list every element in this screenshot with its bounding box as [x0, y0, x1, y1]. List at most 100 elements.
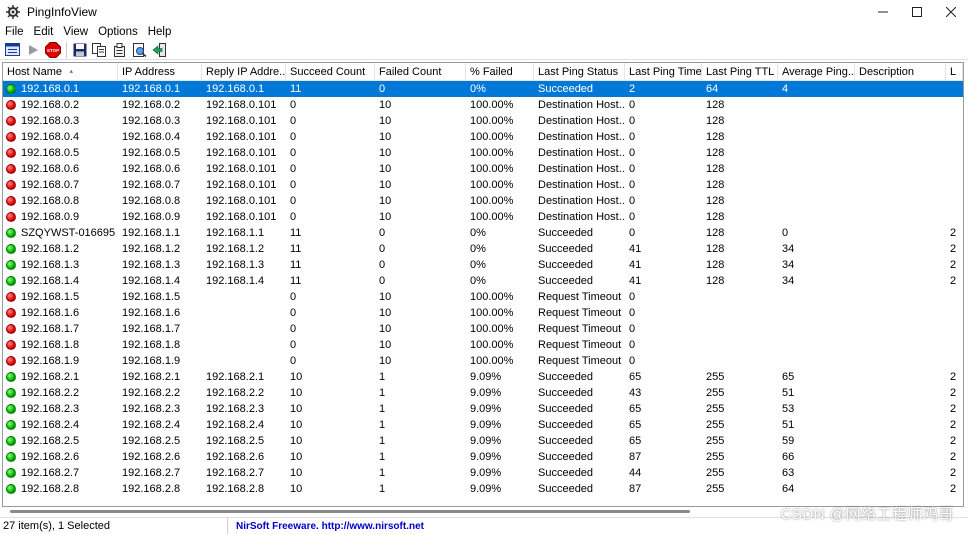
- cell-description: [855, 321, 946, 337]
- table-row[interactable]: 192.168.1.8 192.168.1.8 0 10 100.00% Request …: [3, 337, 963, 353]
- cell-description: [855, 353, 946, 369]
- menu-view[interactable]: View: [58, 26, 93, 38]
- table-row[interactable]: 192.168.1.4 192.168.1.4 192.168.1.4 11 0 0% Su…: [3, 273, 963, 289]
- scrollbar-thumb[interactable]: [10, 510, 690, 513]
- cell-last-column: 2: [950, 451, 957, 463]
- table-row[interactable]: 192.168.0.4 192.168.0.4 192.168.0.101 0 10 10…: [3, 129, 963, 145]
- cell-failed-count: 1: [379, 387, 386, 399]
- table-row[interactable]: 192.168.0.8 192.168.0.8 192.168.0.101 0 10 10…: [3, 193, 963, 209]
- table-row[interactable]: SZQYWST-016695 192.168.1.1 192.168.1.1 11 0 0…: [3, 225, 963, 241]
- cell-reply-ip-address: 192.168.0.101: [206, 211, 277, 223]
- host-name-text: 192.168.2.8: [21, 483, 80, 495]
- cell-last-column: [946, 321, 963, 337]
- cell-last-ping-status: Succeeded: [538, 467, 594, 479]
- cell-description: [855, 401, 946, 417]
- cell-description: [855, 193, 946, 209]
- table-row[interactable]: 192.168.2.2 192.168.2.2 192.168.2.2 10 1 9.09…: [3, 385, 963, 401]
- maximize-button[interactable]: [900, 0, 934, 24]
- column-header-failed-count[interactable]: Failed Count: [375, 63, 466, 81]
- stop-icon[interactable]: STOP: [43, 41, 62, 59]
- cell-last-ping-time: 65: [629, 435, 642, 447]
- html-report-icon[interactable]: [130, 41, 149, 59]
- column-header-label: Host Name: [7, 66, 63, 78]
- table-row[interactable]: 192.168.0.6 192.168.0.6 192.168.0.101 0 10 10…: [3, 161, 963, 177]
- cell-failed-count: 0: [379, 83, 386, 95]
- nirsoft-credit-link[interactable]: NirSoft Freeware. http://www.nirsoft.net: [228, 518, 424, 534]
- cell-description: [855, 369, 946, 385]
- column-header-percent-failed[interactable]: % Failed: [466, 63, 534, 81]
- cell-succeed-count: 0: [290, 179, 297, 191]
- table-row[interactable]: 192.168.1.5 192.168.1.5 0 10 100.00% Request …: [3, 289, 963, 305]
- cell-percent-failed: 0%: [470, 275, 486, 287]
- column-header-reply-ip-address[interactable]: Reply IP Addre...: [202, 63, 286, 81]
- table-row[interactable]: 192.168.2.3 192.168.2.3 192.168.2.3 10 1 9.09…: [3, 401, 963, 417]
- table-row[interactable]: 192.168.1.6 192.168.1.6 0 10 100.00% Request …: [3, 305, 963, 321]
- host-name-text: 192.168.1.8: [21, 339, 80, 351]
- cell-last-ping-ttl: [702, 305, 778, 321]
- table-row[interactable]: 192.168.0.2 192.168.0.2 192.168.0.101 0 10 10…: [3, 97, 963, 113]
- cell-last-ping-status: Succeeded: [538, 83, 594, 95]
- column-header-last-ping-ttl[interactable]: Last Ping TTL: [702, 63, 778, 81]
- menu-options[interactable]: Options: [93, 26, 143, 38]
- column-header-description[interactable]: Description: [855, 63, 946, 81]
- status-fail-icon: [6, 164, 16, 174]
- table-row[interactable]: 192.168.2.6 192.168.2.6 192.168.2.6 10 1 9.09…: [3, 449, 963, 465]
- save-icon[interactable]: [70, 41, 89, 59]
- table-row[interactable]: 192.168.0.7 192.168.0.7 192.168.0.101 0 10 10…: [3, 177, 963, 193]
- host-name-text: 192.168.2.3: [21, 403, 80, 415]
- cell-succeed-count: 10: [290, 371, 303, 383]
- start-icon[interactable]: [23, 41, 42, 59]
- menu-file[interactable]: File: [0, 26, 29, 38]
- column-header-average-ping[interactable]: Average Ping...: [778, 63, 855, 81]
- cell-last-ping-time: 65: [629, 371, 642, 383]
- cell-host-name: 192.168.2.5: [3, 433, 118, 449]
- minimize-button[interactable]: [866, 0, 900, 24]
- cell-last-ping-time: 0: [629, 307, 636, 319]
- column-header-ip-address[interactable]: IP Address: [118, 63, 202, 81]
- column-header-host-name[interactable]: Host Name ▴: [3, 63, 118, 81]
- cell-reply-ip-address: 192.168.0.101: [206, 179, 277, 191]
- table-row[interactable]: 192.168.0.3 192.168.0.3 192.168.0.101 0 10 10…: [3, 113, 963, 129]
- host-name-text: 192.168.0.8: [21, 195, 80, 207]
- table-row[interactable]: 192.168.0.1 192.168.0.1 192.168.0.1 11 0 0% Su…: [3, 81, 963, 97]
- close-button[interactable]: [934, 0, 968, 24]
- table-row[interactable]: 192.168.0.5 192.168.0.5 192.168.0.101 0 10 10…: [3, 145, 963, 161]
- menu-edit[interactable]: Edit: [29, 26, 59, 38]
- cell-last-ping-time: 0: [629, 355, 636, 367]
- table-row[interactable]: 192.168.2.1 192.168.2.1 192.168.2.1 10 1 9.09…: [3, 369, 963, 385]
- table-row[interactable]: 192.168.1.2 192.168.1.2 192.168.1.2 11 0 0% Su…: [3, 241, 963, 257]
- status-fail-icon: [6, 148, 16, 158]
- cell-last-ping-status: Succeeded: [538, 259, 594, 271]
- table-row[interactable]: 192.168.1.9 192.168.1.9 0 10 100.00% Request …: [3, 353, 963, 369]
- cell-ip-address: 192.168.1.4: [122, 275, 181, 287]
- menu-help[interactable]: Help: [143, 26, 177, 38]
- table-row[interactable]: 192.168.0.9 192.168.0.9 192.168.0.101 0 10 10…: [3, 209, 963, 225]
- column-header-last-ping-status[interactable]: Last Ping Status: [534, 63, 625, 81]
- cell-percent-failed: 9.09%: [470, 435, 502, 447]
- cell-last-ping-ttl: 128: [706, 131, 725, 143]
- copy-icon[interactable]: [90, 41, 109, 59]
- cell-reply-ip-address: 192.168.2.3: [206, 403, 265, 415]
- ping-results-table[interactable]: Host Name ▴ IP Address Reply IP Addre... Suc…: [2, 62, 964, 507]
- cell-percent-failed: 100.00%: [470, 179, 514, 191]
- column-header-last-ping-time[interactable]: Last Ping Time: [625, 63, 702, 81]
- column-header-last-column[interactable]: L: [946, 63, 963, 81]
- exit-icon[interactable]: [150, 41, 169, 59]
- table-row[interactable]: 192.168.2.7 192.168.2.7 192.168.2.7 10 1 9.09…: [3, 465, 963, 481]
- cell-succeed-count: 10: [290, 467, 303, 479]
- column-header-succeed-count[interactable]: Succeed Count: [286, 63, 375, 81]
- cell-last-column: [946, 337, 963, 353]
- cell-last-column: [946, 97, 963, 113]
- cell-failed-count: 10: [379, 99, 392, 111]
- table-row[interactable]: 192.168.1.7 192.168.1.7 0 10 100.00% Request …: [3, 321, 963, 337]
- table-row[interactable]: 192.168.2.5 192.168.2.5 192.168.2.5 10 1 9.09…: [3, 433, 963, 449]
- table-row[interactable]: 192.168.2.8 192.168.2.8 192.168.2.8 10 1 9.09…: [3, 481, 963, 497]
- properties-icon[interactable]: [110, 41, 129, 59]
- status-ok-icon: [6, 388, 16, 398]
- table-row[interactable]: 192.168.1.3 192.168.1.3 192.168.1.3 11 0 0% Su…: [3, 257, 963, 273]
- cell-description: [855, 481, 946, 497]
- table-row[interactable]: 192.168.2.4 192.168.2.4 192.168.2.4 10 1 9.09…: [3, 417, 963, 433]
- cell-percent-failed: 9.09%: [470, 451, 502, 463]
- options-icon[interactable]: [3, 41, 22, 59]
- cell-description: [855, 257, 946, 273]
